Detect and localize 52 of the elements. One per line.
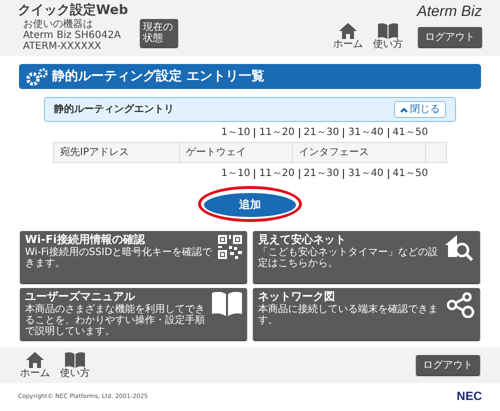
page-link[interactable]: 11～20 (259, 169, 295, 179)
column-header: ゲートウェイ (180, 143, 293, 162)
status-button[interactable]: 現在の状態 (140, 19, 178, 47)
tile-description: 本商品のさまざまな機能を利用してできることを、わかりやすい操作・設定手順で説明しています。 (25, 304, 206, 338)
home-link[interactable]: ホーム (20, 352, 50, 379)
logout-button[interactable]: ログアウト (416, 355, 480, 376)
home-icon (26, 352, 44, 368)
feature-tile[interactable]: 見えて安心ネット 「こども安心ネットタイマー」などの設定はこちらから。 (253, 231, 480, 284)
book-icon (212, 292, 242, 316)
tile-description: Wi-Fi接続用のSSIDと暗号化キーを確認できます。 (25, 247, 214, 270)
feature-tile[interactable]: ネットワーク図 本商品に接続している端末を確認できます。 (253, 288, 480, 340)
page-link[interactable]: 21～30 (304, 169, 340, 179)
section-title: 静的ルーティングエントリ (54, 102, 174, 117)
tile-title: Wi-Fi接続用情報の確認 (25, 233, 146, 246)
page-link[interactable]: 21～30 (304, 128, 340, 138)
device-info: ATERM-XXXXXX (22, 41, 102, 52)
page-link[interactable]: 41～50 (392, 128, 428, 138)
page-title: 静的ルーティング設定 エントリ一覧 (52, 68, 265, 86)
help-link[interactable]: 使い方 (372, 23, 403, 50)
chevron-icon (400, 106, 408, 112)
tile-title: 見えて安心ネット (258, 233, 347, 246)
add-button[interactable]: 追加 (204, 193, 296, 218)
device-info: Aterm Biz SH6042A (22, 30, 122, 41)
page-link[interactable]: 1～10 (221, 169, 250, 179)
house-search-icon (445, 235, 475, 262)
tile-description: 「こども安心ネットタイマー」などの設定はこちらから。 (258, 247, 439, 270)
collapse-button[interactable]: 閉じる (394, 101, 446, 118)
device-info: お使いの機器は (22, 19, 94, 30)
book-icon (65, 352, 85, 368)
home-icon (338, 23, 357, 39)
page-link[interactable]: 11～20 (259, 128, 295, 138)
page-link[interactable]: 31～40 (348, 128, 384, 138)
nec-logo: NEC (456, 388, 482, 406)
page-link[interactable]: 31～40 (348, 169, 384, 179)
qr-code-icon (218, 235, 242, 260)
page-link[interactable]: 41～50 (392, 169, 428, 179)
tile-title: ユーザーズマニュアル (25, 290, 136, 304)
book-icon (378, 23, 398, 39)
home-link[interactable]: ホーム (332, 23, 363, 50)
app-title: クイック設定Web (18, 3, 129, 18)
page-link[interactable]: 1～10 (221, 128, 250, 138)
column-header: 宛先IPアドレス (54, 143, 180, 162)
gears-icon (25, 68, 49, 86)
help-link[interactable]: 使い方 (60, 352, 90, 379)
feature-tile[interactable]: ユーザーズマニュアル 本商品のさまざまな機能を利用してできることを、わかりやすい操作・設定手順で説明しています。 (20, 288, 247, 340)
network-icon (447, 292, 475, 318)
brand-logo: Aterm Biz (416, 3, 482, 21)
feature-tile[interactable]: Wi-Fi接続用情報の確認 Wi-Fi接続用のSSIDと暗号化キーを確認できます。 (20, 231, 247, 284)
column-header: インタフェース (293, 143, 426, 162)
tile-title: ネットワーク図 (258, 290, 336, 304)
tile-description: 本商品に接続している端末を確認できます。 (258, 304, 439, 326)
logout-button[interactable]: ログアウト (418, 27, 482, 47)
